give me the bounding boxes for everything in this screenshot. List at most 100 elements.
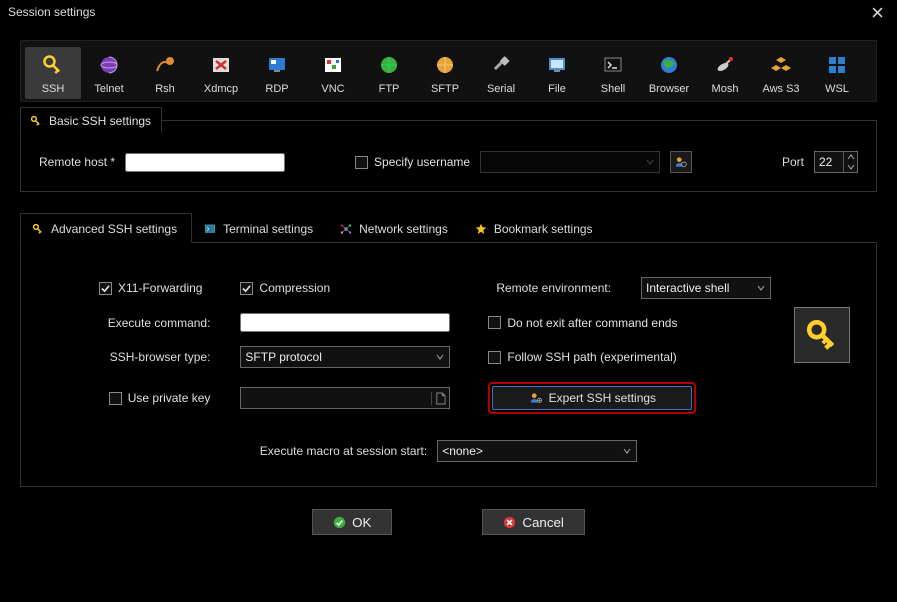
- network-icon: [339, 222, 353, 236]
- ssh-browser-value: SFTP protocol: [245, 350, 321, 364]
- remote-env-select[interactable]: Interactive shell: [641, 277, 771, 299]
- advanced-tabs: Advanced SSH settings Terminal settings …: [20, 212, 877, 243]
- star-icon: [474, 222, 488, 236]
- basic-settings-tab-label: Basic SSH settings: [49, 114, 151, 128]
- rsh-icon: [137, 51, 193, 79]
- tab-label: Bookmark settings: [494, 222, 593, 236]
- session-type-label: Serial: [473, 83, 529, 95]
- checkbox-checked-icon: [99, 282, 112, 295]
- macro-value: <none>: [442, 444, 483, 458]
- browser-globe-icon: [641, 51, 697, 79]
- key-icon: [31, 222, 45, 236]
- big-key-button[interactable]: [794, 307, 850, 363]
- session-type-file[interactable]: File: [529, 47, 585, 99]
- tab-label: Advanced SSH settings: [51, 222, 177, 236]
- port-value: 22: [815, 155, 843, 169]
- follow-ssh-path-label: Follow SSH path (experimental): [507, 350, 676, 364]
- basic-settings-tab[interactable]: Basic SSH settings: [20, 107, 162, 133]
- session-type-label: SSH: [25, 83, 81, 95]
- use-private-key-checkbox[interactable]: Use private key: [109, 391, 211, 405]
- cancel-label: Cancel: [522, 515, 564, 530]
- expert-ssh-highlight: Expert SSH settings: [488, 382, 696, 414]
- session-type-serial[interactable]: Serial: [473, 47, 529, 99]
- checkbox-icon: [109, 392, 122, 405]
- session-type-awss3[interactable]: Aws S3: [753, 47, 809, 99]
- port-label: Port: [782, 155, 804, 169]
- macro-select[interactable]: <none>: [437, 440, 637, 462]
- private-key-field[interactable]: [240, 387, 450, 409]
- port-down-button[interactable]: [843, 162, 857, 172]
- session-type-label: Rsh: [137, 83, 193, 95]
- session-type-telnet[interactable]: Telnet: [81, 47, 137, 99]
- session-type-wsl[interactable]: WSL: [809, 47, 865, 99]
- chevron-down-icon: [622, 446, 632, 456]
- expert-ssh-button[interactable]: Expert SSH settings: [492, 386, 692, 410]
- globe-orange-icon: [417, 51, 473, 79]
- ssh-key-icon: [25, 51, 81, 79]
- compression-checkbox[interactable]: Compression: [240, 281, 458, 295]
- compression-label: Compression: [259, 281, 330, 295]
- xdmcp-icon: [193, 51, 249, 79]
- user-settings-icon: [674, 155, 688, 169]
- basic-settings-panel: Basic SSH settings Remote host * Specify…: [20, 120, 877, 192]
- vnc-icon: [305, 51, 361, 79]
- x11-forwarding-checkbox[interactable]: X11-Forwarding: [99, 281, 210, 295]
- cancel-button[interactable]: Cancel: [482, 509, 585, 535]
- session-type-mosh[interactable]: Mosh: [697, 47, 753, 99]
- session-type-rdp[interactable]: RDP: [249, 47, 305, 99]
- private-key-browse-button[interactable]: [431, 392, 449, 405]
- tab-terminal-settings[interactable]: Terminal settings: [192, 213, 328, 243]
- username-select[interactable]: [480, 151, 660, 173]
- port-up-button[interactable]: [843, 152, 857, 162]
- session-type-ssh[interactable]: SSH: [25, 47, 81, 99]
- session-type-ftp[interactable]: FTP: [361, 47, 417, 99]
- session-type-browser[interactable]: Browser: [641, 47, 697, 99]
- globe-green-icon: [361, 51, 417, 79]
- tab-label: Network settings: [359, 222, 448, 236]
- session-type-label: Telnet: [81, 83, 137, 95]
- satellite-icon: [697, 51, 753, 79]
- session-type-rsh[interactable]: Rsh: [137, 47, 193, 99]
- session-type-label: Xdmcp: [193, 83, 249, 95]
- specify-username-checkbox[interactable]: Specify username: [355, 155, 470, 169]
- ssh-browser-select[interactable]: SFTP protocol: [240, 346, 450, 368]
- session-type-label: Shell: [585, 83, 641, 95]
- checkbox-icon: [488, 316, 501, 329]
- follow-ssh-path-checkbox[interactable]: Follow SSH path (experimental): [488, 350, 779, 364]
- chevron-down-icon: [847, 164, 855, 170]
- chevron-down-icon: [435, 352, 445, 362]
- session-type-label: SFTP: [417, 83, 473, 95]
- session-type-xdmcp[interactable]: Xdmcp: [193, 47, 249, 99]
- session-type-label: FTP: [361, 83, 417, 95]
- close-icon: [872, 7, 883, 18]
- port-spinner[interactable]: 22: [814, 151, 858, 173]
- tab-network-settings[interactable]: Network settings: [328, 213, 463, 243]
- no-exit-checkbox[interactable]: Do not exit after command ends: [488, 316, 779, 330]
- specify-username-label: Specify username: [374, 155, 470, 169]
- session-type-sftp[interactable]: SFTP: [417, 47, 473, 99]
- key-large-icon: [804, 317, 840, 353]
- x11-forwarding-label: X11-Forwarding: [118, 281, 202, 295]
- username-browse-button[interactable]: [670, 151, 692, 173]
- ok-label: OK: [352, 515, 371, 530]
- session-type-label: Browser: [641, 83, 697, 95]
- remote-host-input[interactable]: [125, 153, 285, 172]
- session-type-label: WSL: [809, 83, 865, 95]
- remote-env-value: Interactive shell: [646, 281, 729, 295]
- terminal-icon: [585, 51, 641, 79]
- session-type-vnc[interactable]: VNC: [305, 47, 361, 99]
- execute-command-input[interactable]: [240, 313, 450, 332]
- checkbox-checked-icon: [240, 282, 253, 295]
- tab-advanced-ssh[interactable]: Advanced SSH settings: [20, 213, 192, 243]
- close-button[interactable]: [861, 0, 893, 24]
- checkbox-icon: [355, 156, 368, 169]
- window-title: Session settings: [8, 5, 95, 19]
- use-private-key-label: Use private key: [128, 391, 211, 405]
- macro-label: Execute macro at session start:: [260, 444, 427, 458]
- ok-button[interactable]: OK: [312, 509, 392, 535]
- session-type-row: SSH Telnet Rsh Xdmcp RDP: [20, 40, 877, 102]
- tab-bookmark-settings[interactable]: Bookmark settings: [463, 213, 608, 243]
- session-type-shell[interactable]: Shell: [585, 47, 641, 99]
- session-type-label: Mosh: [697, 83, 753, 95]
- tab-label: Terminal settings: [223, 222, 313, 236]
